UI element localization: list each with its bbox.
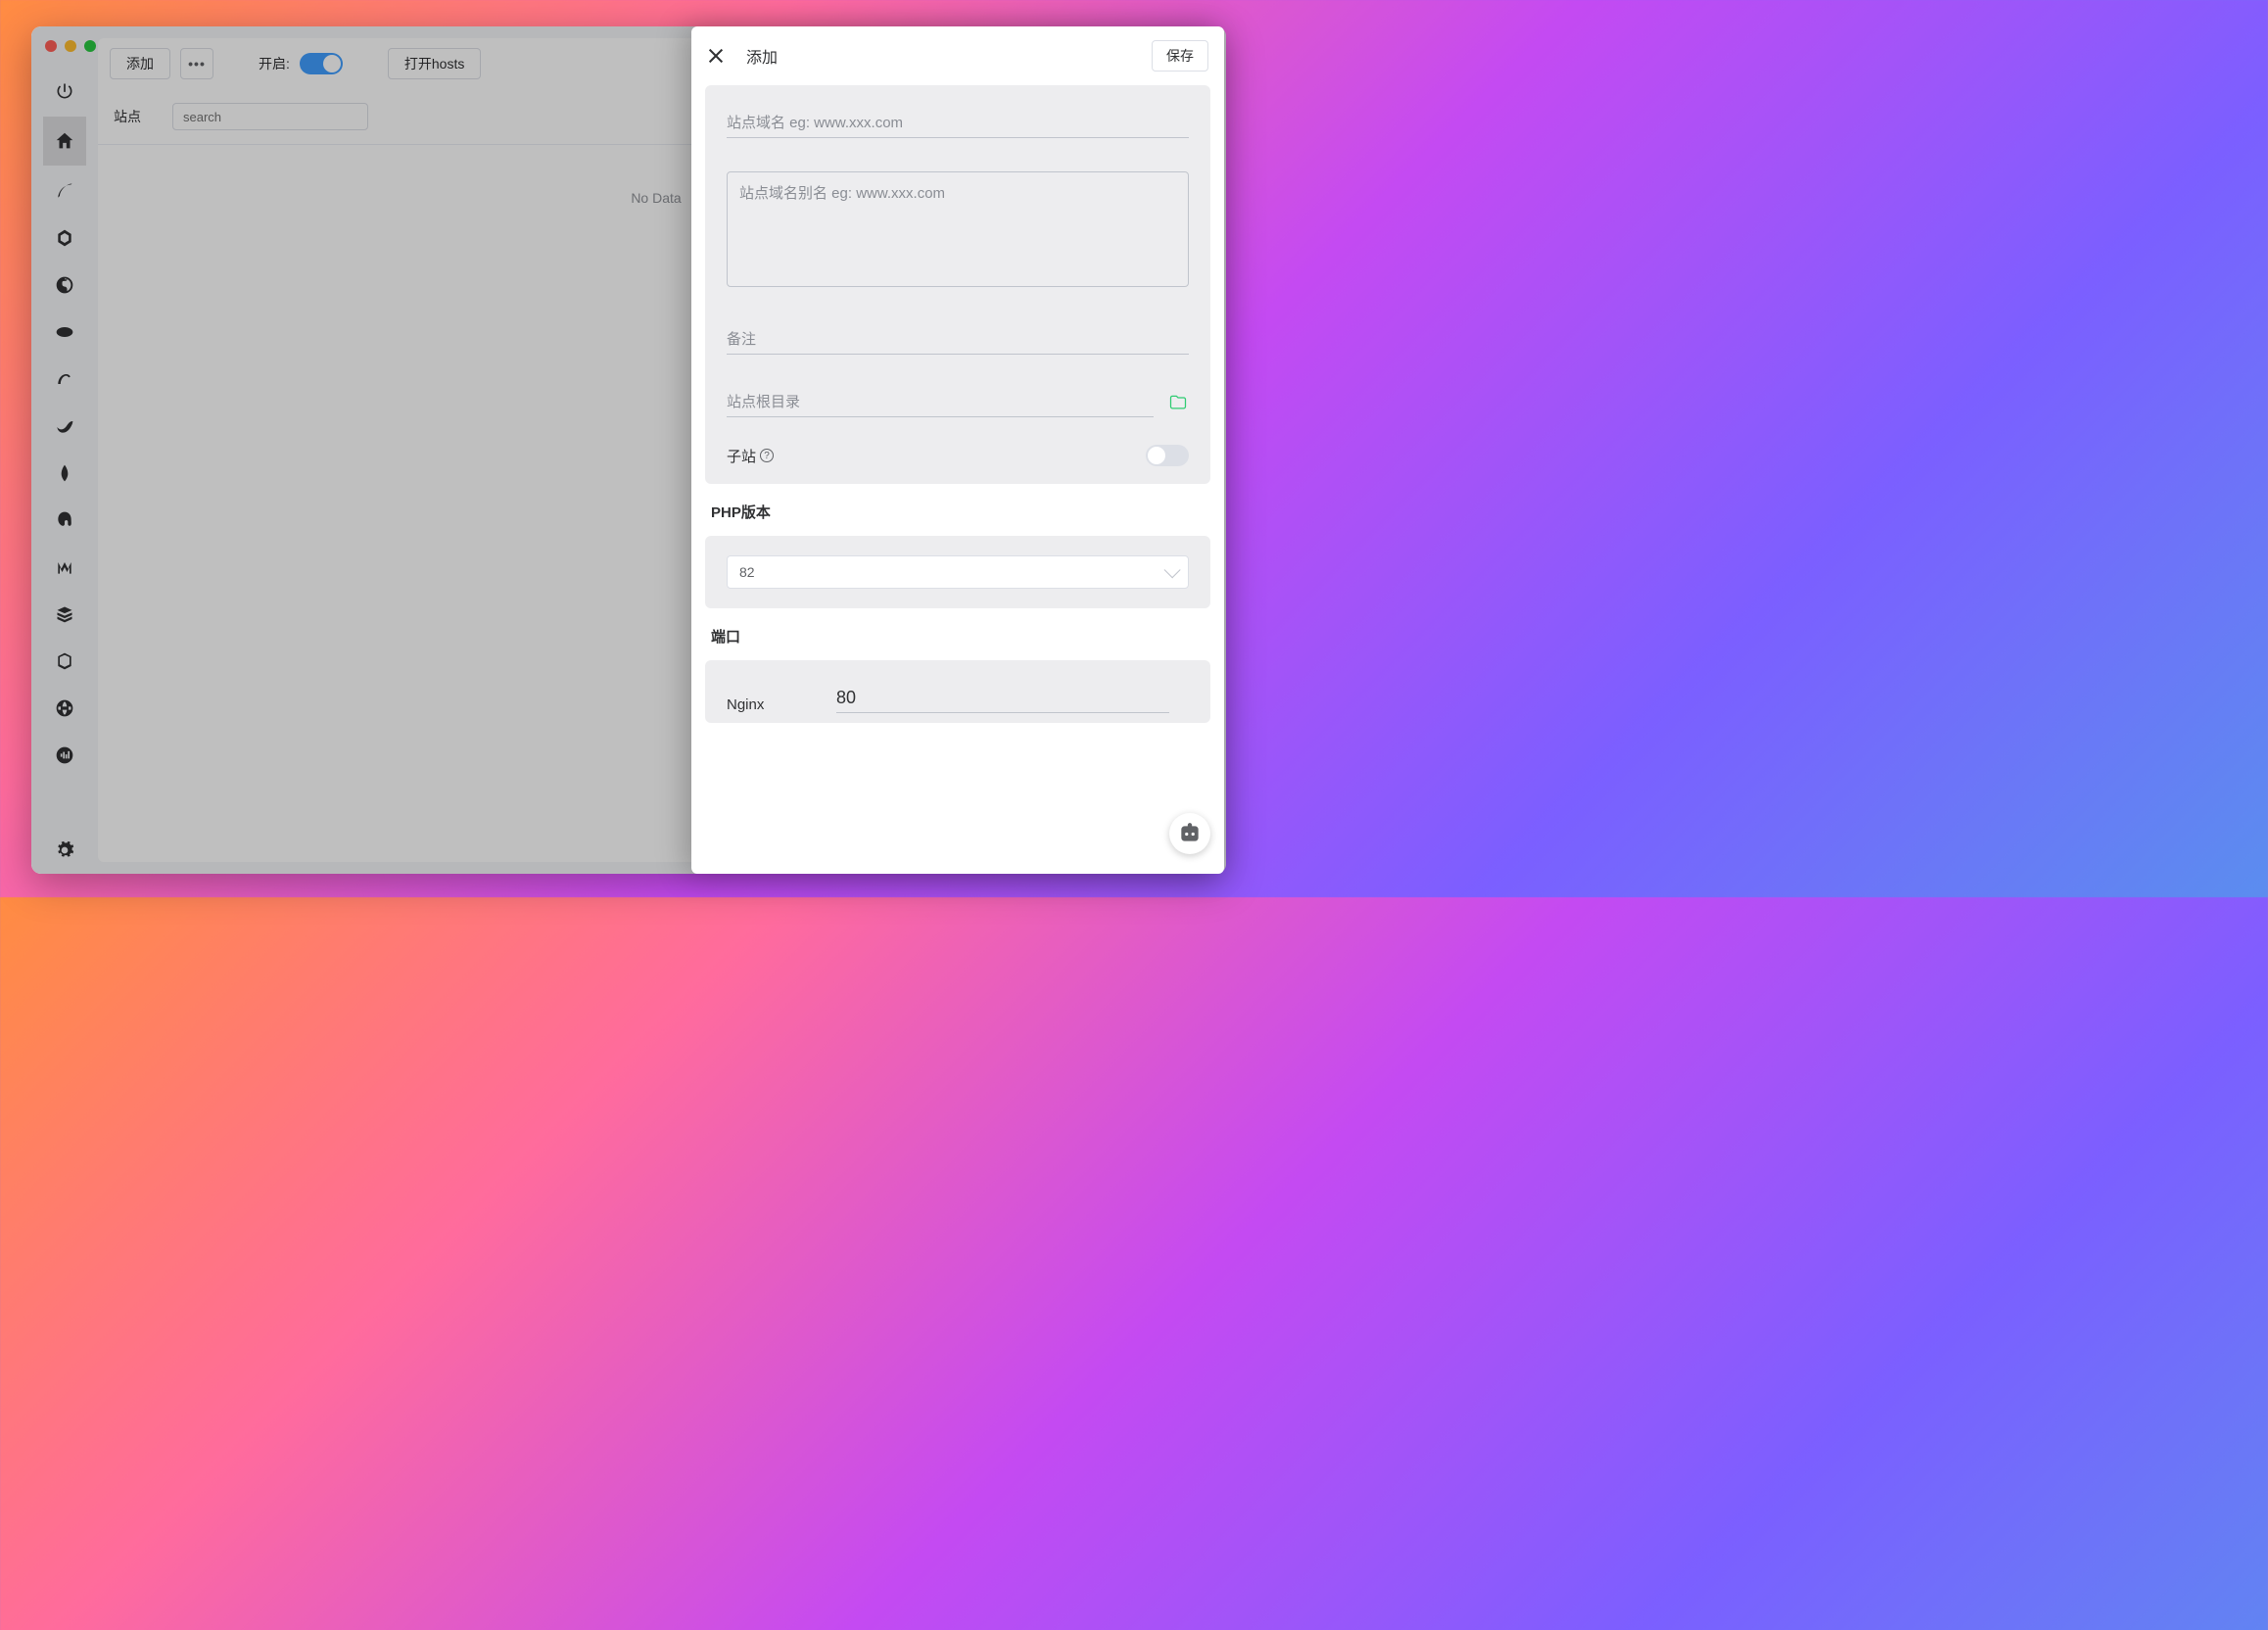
help-icon[interactable]: ? bbox=[760, 449, 774, 462]
save-button[interactable]: 保存 bbox=[1152, 40, 1208, 72]
php-section-title: PHP版本 bbox=[711, 502, 1210, 522]
window-controls bbox=[45, 40, 96, 52]
search-input[interactable] bbox=[172, 103, 368, 130]
close-icon[interactable] bbox=[707, 47, 725, 65]
sidebar-item-mongo[interactable] bbox=[43, 452, 86, 495]
cube-icon bbox=[55, 651, 74, 671]
gear-icon bbox=[55, 840, 74, 860]
sidebar-item-http[interactable] bbox=[43, 687, 86, 730]
sidebar-item-redis[interactable] bbox=[43, 593, 86, 636]
minimize-window-icon[interactable] bbox=[65, 40, 76, 52]
mariadb-icon bbox=[55, 416, 74, 436]
sidebar-item-postgres[interactable] bbox=[43, 499, 86, 542]
postgres-icon bbox=[55, 510, 74, 530]
site-info-block: 子站 ? bbox=[705, 85, 1210, 484]
drawer-header: 添加 保存 bbox=[691, 26, 1224, 85]
home-icon bbox=[54, 130, 75, 152]
drawer-body[interactable]: 子站 ? PHP版本 82 端口 Nginx bbox=[691, 85, 1224, 874]
remark-input[interactable] bbox=[727, 325, 1189, 355]
sidebar-item-globe[interactable] bbox=[43, 264, 86, 307]
enable-label: 开启: bbox=[259, 54, 290, 73]
add-drawer: 添加 保存 bbox=[691, 26, 1224, 874]
substation-label: 子站 ? bbox=[727, 446, 774, 466]
substation-toggle[interactable] bbox=[1146, 445, 1189, 466]
mysql-icon bbox=[55, 369, 74, 389]
port-nginx-input[interactable] bbox=[836, 684, 1169, 713]
dns-icon bbox=[55, 745, 74, 765]
sidebar-item-hexagon[interactable] bbox=[43, 216, 86, 260]
caddy-icon bbox=[55, 275, 74, 295]
m-icon bbox=[55, 557, 74, 577]
folder-icon[interactable] bbox=[1167, 393, 1189, 417]
php-version-value: 82 bbox=[739, 564, 755, 580]
sidebar-item-feather[interactable] bbox=[43, 169, 86, 213]
php-icon bbox=[55, 322, 74, 342]
close-window-icon[interactable] bbox=[45, 40, 57, 52]
sidebar-item-mysql[interactable] bbox=[43, 358, 86, 401]
substation-row: 子站 ? bbox=[727, 445, 1189, 466]
robot-icon bbox=[1177, 821, 1203, 846]
assistant-bubble[interactable] bbox=[1169, 813, 1210, 854]
php-select-block: 82 bbox=[705, 536, 1210, 608]
sidebar-item-dns[interactable] bbox=[43, 734, 86, 777]
sidebar-item-memcached[interactable] bbox=[43, 546, 86, 589]
sidebar-item-settings[interactable] bbox=[43, 829, 86, 872]
php-version-select[interactable]: 82 bbox=[727, 555, 1189, 589]
globe-icon bbox=[55, 698, 74, 718]
sidebar-item-power[interactable] bbox=[43, 70, 86, 113]
feather-icon bbox=[55, 181, 74, 201]
port-block: Nginx bbox=[705, 660, 1210, 723]
maximize-window-icon[interactable] bbox=[84, 40, 96, 52]
sidebar-item-mariadb[interactable] bbox=[43, 405, 86, 448]
no-data-label: No Data bbox=[631, 190, 681, 206]
port-section-title: 端口 bbox=[711, 626, 1210, 647]
sidebar-item-php[interactable] bbox=[43, 311, 86, 354]
domain-input[interactable] bbox=[727, 109, 1189, 138]
root-dir-input[interactable] bbox=[727, 388, 1154, 417]
stack-icon bbox=[55, 604, 74, 624]
enable-toggle[interactable] bbox=[300, 53, 343, 74]
col-site-label: 站点 bbox=[114, 107, 172, 126]
drawer-title: 添加 bbox=[746, 44, 778, 68]
sidebar-item-home[interactable] bbox=[43, 117, 86, 166]
power-icon bbox=[55, 81, 74, 101]
more-button[interactable]: ••• bbox=[180, 48, 213, 79]
port-nginx-label: Nginx bbox=[727, 696, 778, 713]
alias-textarea[interactable] bbox=[727, 171, 1189, 287]
sidebar bbox=[31, 26, 98, 874]
chevron-down-icon bbox=[1164, 561, 1181, 578]
sidebar-item-node[interactable] bbox=[43, 640, 86, 683]
open-hosts-button[interactable]: 打开hosts bbox=[388, 48, 481, 79]
hexagon-g-icon bbox=[55, 228, 74, 248]
mongo-icon bbox=[55, 463, 74, 483]
add-button[interactable]: 添加 bbox=[110, 48, 170, 79]
